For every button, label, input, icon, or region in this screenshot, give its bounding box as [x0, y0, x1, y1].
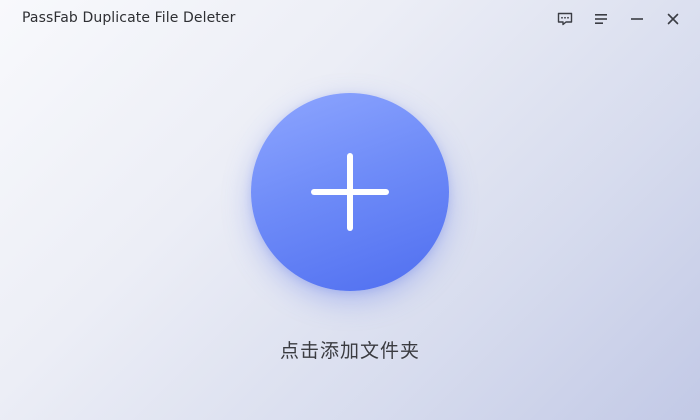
window-controls: [552, 8, 686, 30]
close-button[interactable]: [660, 8, 686, 30]
app-window: PassFab Duplicate File Deleter 点击添加文件夹: [0, 0, 700, 420]
minimize-icon: [631, 18, 643, 20]
menu-icon: [595, 14, 607, 24]
feedback-button[interactable]: [552, 8, 578, 30]
plus-icon: [251, 93, 449, 291]
feedback-icon: [557, 12, 573, 26]
app-title: PassFab Duplicate File Deleter: [22, 10, 236, 26]
add-folder-button[interactable]: [251, 93, 449, 291]
title-bar[interactable]: PassFab Duplicate File Deleter: [0, 0, 700, 38]
add-folder-label[interactable]: 点击添加文件夹: [0, 336, 700, 363]
minimize-button[interactable]: [624, 8, 650, 30]
menu-button[interactable]: [588, 8, 614, 30]
close-icon: [667, 13, 679, 25]
plus-vertical-bar: [347, 153, 353, 231]
